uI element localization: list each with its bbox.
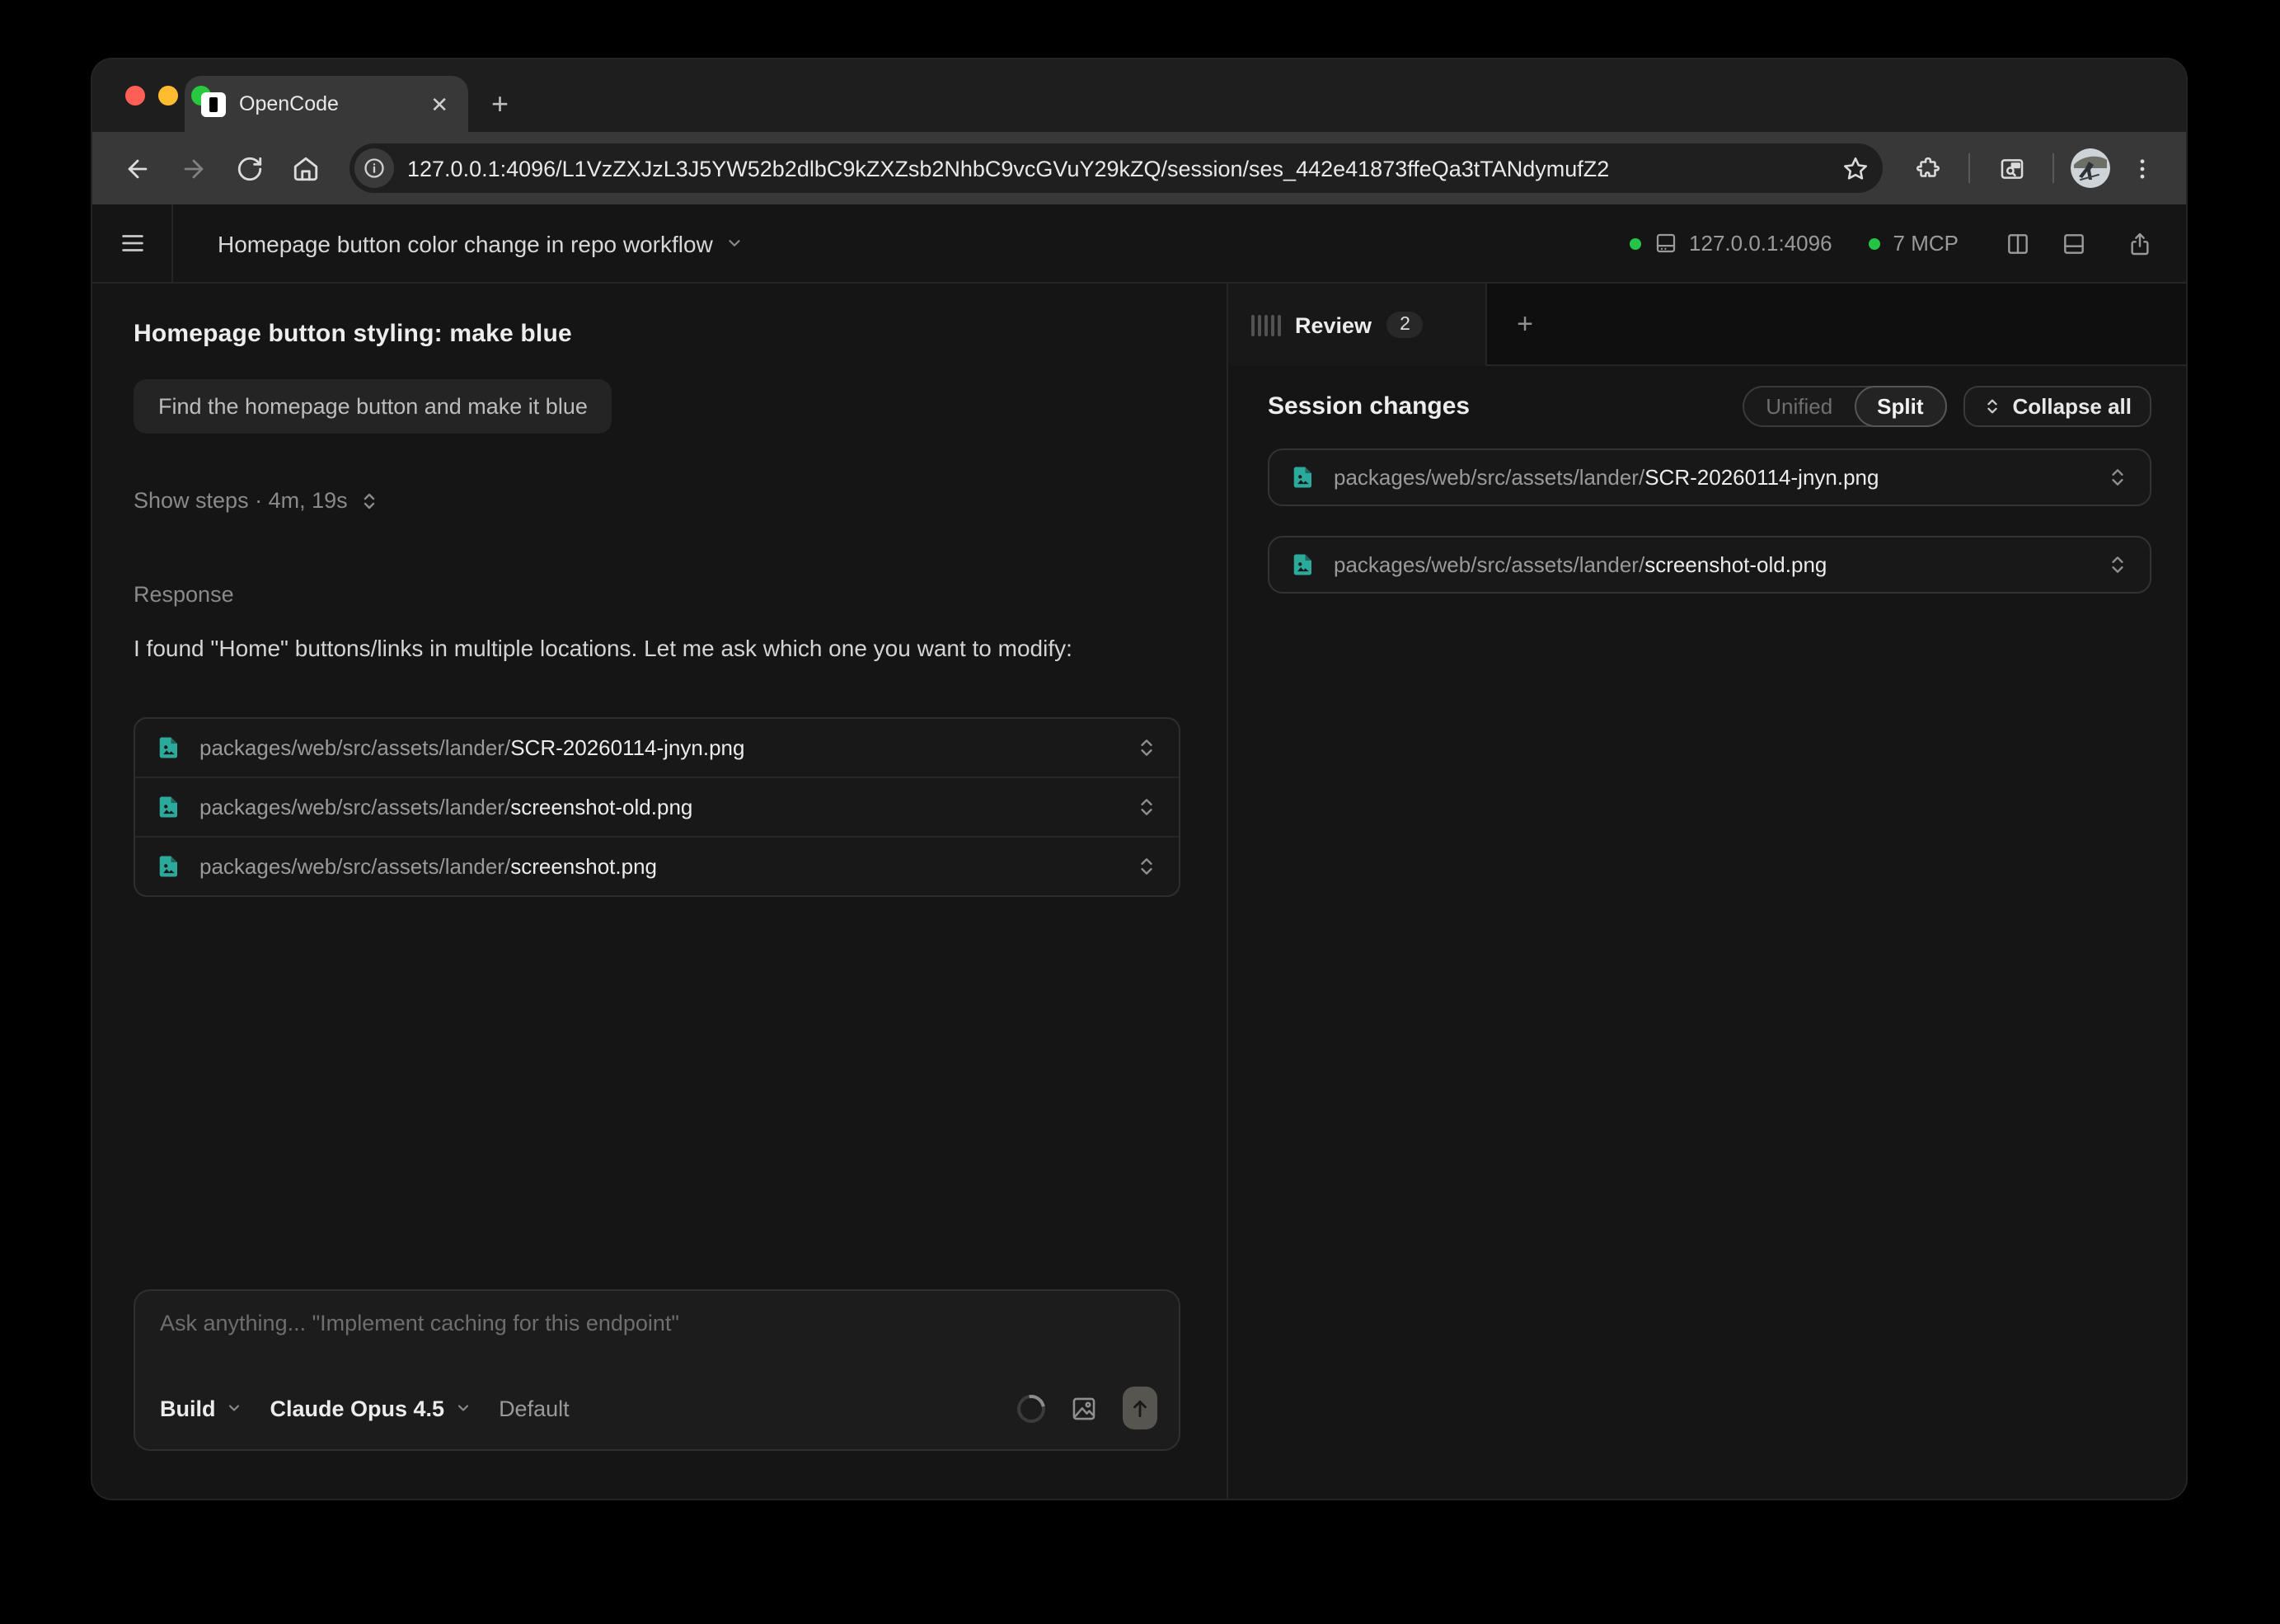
green-status-dot — [1628, 237, 1641, 250]
image-file-icon — [1291, 551, 1316, 579]
composer-controls: Build Claude Opus 4.5 Default — [135, 1387, 1179, 1449]
toolbar-divider — [1968, 153, 1970, 183]
expand-row-icon[interactable] — [2107, 467, 2128, 488]
drag-handle-icon[interactable] — [1251, 314, 1280, 336]
expand-row-icon[interactable] — [2107, 554, 2128, 575]
browser-window: OpenCode ✕ + 127.0.0.1:4096 — [92, 59, 2186, 1499]
opencode-favicon — [201, 92, 226, 116]
toolbar-divider — [2052, 153, 2054, 183]
split-rows-layout-button[interactable] — [2061, 230, 2087, 256]
bookmark-star-icon[interactable] — [1833, 143, 1876, 193]
expand-row-icon[interactable] — [1136, 796, 1157, 818]
session-title: Homepage button color change in repo wor… — [218, 230, 713, 256]
browser-tab-title: OpenCode — [239, 92, 414, 115]
session-title-dropdown[interactable]: Homepage button color change in repo wor… — [173, 204, 744, 282]
review-tab-label: Review — [1295, 312, 1372, 337]
conversation-heading: Homepage button styling: make blue — [134, 320, 1179, 348]
file-path: packages/web/src/assets/lander/SCR-20260… — [1334, 465, 2089, 490]
file-path: packages/web/src/assets/lander/screensho… — [199, 795, 1118, 819]
unified-view-button[interactable]: Unified — [1744, 387, 1854, 425]
image-file-icon — [1291, 463, 1316, 491]
mcp-count: 7 MCP — [1893, 231, 1959, 256]
image-file-icon — [157, 793, 181, 821]
file-options-list: packages/web/src/assets/lander/SCR-20260… — [134, 717, 1180, 897]
share-icon[interactable] — [2127, 230, 2153, 256]
main-content: Homepage button styling: make blue Find … — [92, 284, 2186, 1499]
minimize-window-button[interactable] — [158, 86, 178, 106]
diff-view-segmented-control: Unified Split — [1743, 386, 1946, 427]
collapse-all-button[interactable]: Collapse all — [1963, 386, 2152, 427]
browser-menu-kebab-icon[interactable] — [2117, 143, 2166, 193]
forward-icon[interactable] — [168, 143, 218, 193]
server-icon — [1653, 231, 1677, 256]
review-count-badge: 2 — [1386, 312, 1424, 338]
file-row[interactable]: packages/web/src/assets/lander/SCR-20260… — [135, 719, 1179, 777]
host-address: 127.0.0.1:4096 — [1689, 231, 1832, 256]
new-tab-button[interactable]: + — [468, 76, 532, 132]
show-steps-toggle[interactable]: Show steps · 4m, 19s — [134, 488, 379, 513]
home-icon[interactable] — [280, 143, 330, 193]
browser-tab[interactable]: OpenCode ✕ — [185, 76, 468, 132]
chevron-down-icon — [726, 234, 744, 252]
image-file-icon — [157, 852, 181, 880]
chevron-down-icon — [226, 1400, 242, 1416]
profile-avatar[interactable] — [2071, 148, 2110, 188]
chevrons-up-down-icon — [359, 490, 379, 510]
window-controls — [125, 59, 211, 132]
reload-icon[interactable] — [224, 143, 274, 193]
file-path: packages/web/src/assets/lander/screensho… — [1334, 552, 2089, 577]
response-label: Response — [134, 582, 1179, 607]
attach-image-icon[interactable] — [1070, 1394, 1098, 1422]
file-row[interactable]: packages/web/src/assets/lander/screensho… — [135, 777, 1179, 836]
chevron-down-icon — [454, 1400, 471, 1416]
file-path: packages/web/src/assets/lander/SCR-20260… — [199, 735, 1118, 760]
image-file-icon — [157, 734, 181, 762]
hamburger-menu-button[interactable] — [92, 204, 173, 282]
session-changes-title: Session changes — [1268, 392, 1470, 420]
review-body: Session changes Unified Split Collapse a… — [1228, 366, 2186, 594]
send-button[interactable] — [1123, 1387, 1157, 1429]
close-window-button[interactable] — [125, 86, 145, 106]
screen: OpenCode ✕ + 127.0.0.1:4096 — [0, 0, 2280, 1624]
working-spinner — [1011, 1388, 1050, 1427]
expand-row-icon[interactable] — [1136, 737, 1157, 758]
url-bar[interactable]: 127.0.0.1:4096/L1VzZXJzL3J5YW52b2dlbC9kZ… — [350, 143, 1883, 193]
green-status-dot — [1869, 237, 1882, 250]
changed-file-card[interactable]: packages/web/src/assets/lander/SCR-20260… — [1268, 448, 2151, 506]
user-message-bubble: Find the homepage button and make it blu… — [134, 379, 612, 434]
agent-selector[interactable]: Default — [499, 1396, 570, 1420]
changed-file-card[interactable]: packages/web/src/assets/lander/screensho… — [1268, 536, 2151, 594]
file-path: packages/web/src/assets/lander/screensho… — [199, 854, 1118, 879]
extensions-icon[interactable] — [1902, 143, 1952, 193]
app-header: Homepage button color change in repo wor… — [92, 204, 2186, 284]
tab-close-icon[interactable]: ✕ — [427, 90, 452, 118]
response-text: I found "Home" buttons/links in multiple… — [134, 625, 1123, 671]
composer-input[interactable] — [135, 1291, 1179, 1387]
back-icon[interactable] — [112, 143, 162, 193]
mode-selector[interactable]: Build — [160, 1396, 242, 1420]
url-text: 127.0.0.1:4096/L1VzZXJzL3J5YW52b2dlbC9kZ… — [407, 156, 1833, 181]
chevrons-up-down-icon — [1983, 397, 2001, 415]
add-review-tab-button[interactable]: + — [1487, 284, 1563, 364]
show-steps-label: Show steps · 4m, 19s — [134, 488, 348, 513]
review-panel: Review 2 + Session changes Unified Split — [1228, 284, 2186, 1499]
expand-row-icon[interactable] — [1136, 856, 1157, 877]
message-composer: Build Claude Opus 4.5 Default — [134, 1289, 1180, 1451]
host-status: 127.0.0.1:4096 — [1628, 231, 1832, 256]
file-row[interactable]: packages/web/src/assets/lander/screensho… — [135, 836, 1179, 895]
review-tabbar: Review 2 + — [1228, 284, 2186, 366]
browser-toolbar: 127.0.0.1:4096/L1VzZXJzL3J5YW52b2dlbC9kZ… — [92, 132, 2186, 204]
mcp-status: 7 MCP — [1869, 231, 1959, 256]
split-view-button[interactable]: Split — [1854, 386, 1946, 427]
split-columns-layout-button[interactable] — [2005, 230, 2031, 256]
chat-panel: Homepage button styling: make blue Find … — [92, 284, 1228, 1499]
model-selector[interactable]: Claude Opus 4.5 — [270, 1396, 471, 1420]
session-changes-header: Session changes Unified Split Collapse a… — [1268, 386, 2151, 427]
tab-review[interactable]: Review 2 — [1228, 284, 1487, 366]
header-status-area: 127.0.0.1:4096 7 MCP — [1628, 204, 2186, 282]
browser-tabstrip: OpenCode ✕ + — [92, 59, 2186, 132]
opencode-app: Homepage button color change in repo wor… — [92, 204, 2186, 1499]
tab-search-icon[interactable] — [1987, 143, 2036, 193]
site-info-icon[interactable] — [354, 148, 394, 188]
